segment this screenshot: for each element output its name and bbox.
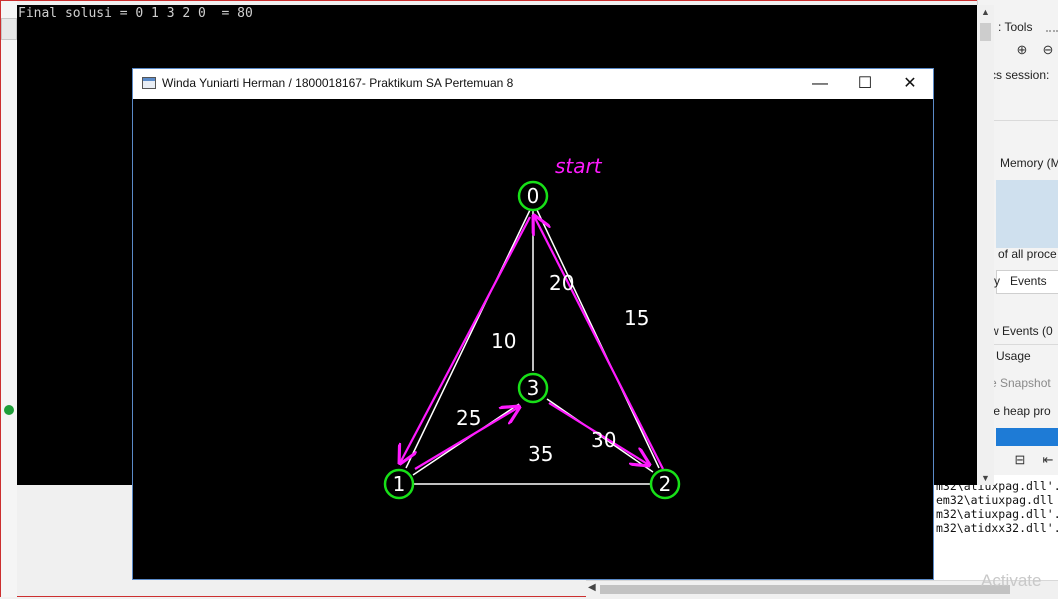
- scroll-down-icon[interactable]: ▼: [981, 473, 990, 483]
- node-label: 1: [393, 472, 406, 496]
- selected-row-bar: [996, 428, 1058, 446]
- memory-usage-header: Memory (M: [1000, 156, 1058, 170]
- app-window-icon: [142, 77, 156, 89]
- start-label: start: [555, 154, 603, 178]
- console-scrollbar[interactable]: ▲ ▼: [977, 5, 994, 485]
- output-line: m32\atidxx32.dll'.: [936, 521, 1058, 535]
- zoom-out-icon[interactable]: ⊖: [1040, 42, 1056, 58]
- output-line: em32\atiuxpag.dll: [936, 493, 1054, 507]
- window-titlebar[interactable]: Winda Yuniarti Herman / 1800018167- Prak…: [133, 69, 933, 99]
- console-scrollbar-thumb[interactable]: [980, 23, 991, 41]
- panel-grip[interactable]: [1046, 30, 1058, 36]
- ide-tab-stub[interactable]: [1, 18, 17, 40]
- memory-graph-area: [996, 180, 1058, 248]
- weight-label-1-2: 35: [528, 442, 553, 466]
- heap-profiling-checkbox[interactable]: ble heap pro: [984, 404, 1051, 418]
- node-3: 3: [517, 372, 549, 404]
- graph-canvas: 20 10 15 25 35 30 start 0 3 1 2: [133, 99, 933, 579]
- activate-windows-watermark: Activate: [981, 571, 1042, 590]
- weight-label-1-3: 25: [456, 406, 481, 430]
- console-output-text: Final solusi = 0 1 3 2 0 = 80: [18, 6, 253, 21]
- weight-label-0-1: 10: [491, 329, 516, 353]
- clear-icon[interactable]: ⊟: [1012, 452, 1028, 468]
- node-label: 3: [527, 376, 540, 400]
- processes-label: of all proce: [998, 247, 1057, 261]
- output-window: m32\atiuxpag.dll'. em32\atiuxpag.dll m32…: [930, 475, 1058, 585]
- tsp-graph: 20 10 15 25 35 30 start 0 3 1 2: [383, 154, 681, 500]
- tab-events[interactable]: Events: [1010, 274, 1047, 288]
- output-line: m32\atiuxpag.dll'.: [936, 507, 1058, 521]
- node-label: 2: [659, 472, 672, 496]
- diagnostic-tools-title: : Tools: [998, 20, 1033, 34]
- memory-usage-section: Usage: [996, 349, 1031, 363]
- scroll-left-icon[interactable]: ◀: [588, 582, 596, 593]
- node-0: 0: [517, 180, 549, 212]
- take-snapshot-button[interactable]: e Snapshot: [990, 376, 1051, 390]
- weight-label-3-2: 30: [591, 428, 616, 452]
- success-check-icon: [4, 405, 14, 415]
- close-icon[interactable]: ✕: [887, 69, 933, 99]
- wrap-icon[interactable]: ⇤: [1040, 452, 1056, 468]
- graphics-window[interactable]: Winda Yuniarti Herman / 1800018167- Prak…: [132, 68, 934, 580]
- scroll-up-icon[interactable]: ▲: [981, 7, 990, 17]
- show-events-link[interactable]: w Events (0: [990, 324, 1053, 338]
- weight-label-0-2: 15: [624, 306, 649, 330]
- node-2: 2: [649, 468, 681, 500]
- maximize-icon[interactable]: ☐: [842, 69, 888, 99]
- weight-label-0-3: 20: [549, 271, 574, 295]
- node-label: 0: [527, 184, 540, 208]
- scrollbar-thumb[interactable]: [600, 585, 1010, 594]
- zoom-in-icon[interactable]: ⊕: [1014, 42, 1030, 58]
- window-title: Winda Yuniarti Herman / 1800018167- Prak…: [162, 76, 514, 90]
- node-1: 1: [383, 468, 415, 500]
- tab-summary[interactable]: y: [994, 274, 1000, 288]
- minimize-icon[interactable]: —: [797, 69, 843, 99]
- ide-left-strip: [1, 1, 17, 597]
